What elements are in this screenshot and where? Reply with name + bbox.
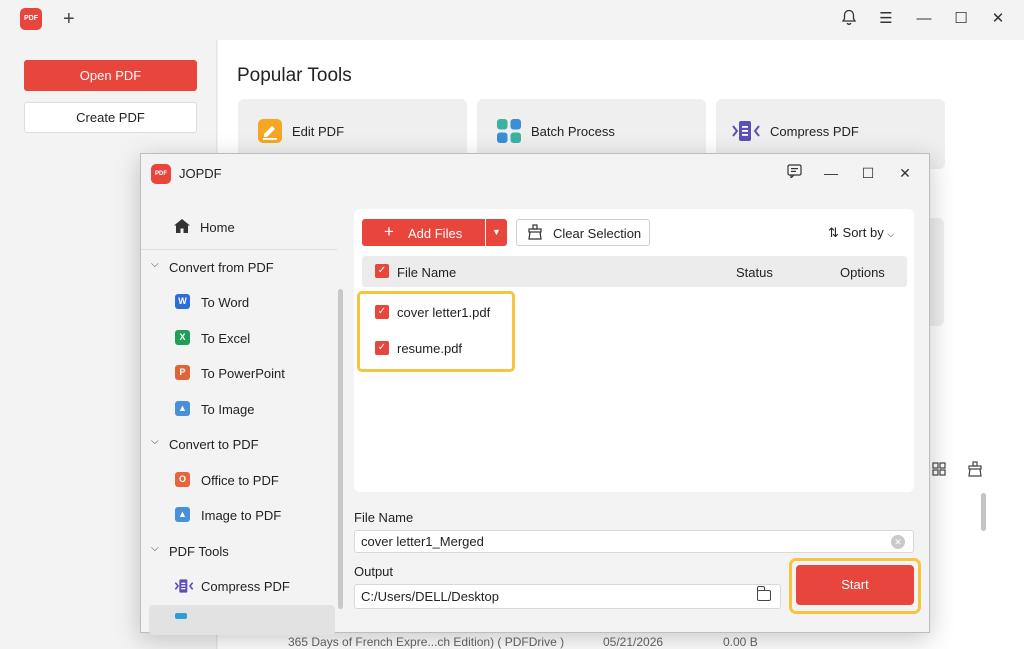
- file-name-input[interactable]: [354, 530, 914, 553]
- sidebar-item-office-to-pdf[interactable]: O Office to PDF: [141, 463, 337, 497]
- open-pdf-button[interactable]: Open PDF: [24, 60, 197, 91]
- tool-label: Compress PDF: [770, 124, 859, 139]
- select-all-checkbox[interactable]: ✓: [375, 264, 389, 278]
- file-row-name: 365 Days of French Expre...ch Edition) (…: [288, 635, 565, 649]
- add-files-dropdown-button[interactable]: ▼: [486, 219, 507, 246]
- dialog-maximize-button[interactable]: ☐: [858, 163, 878, 183]
- maximize-button[interactable]: ☐: [950, 9, 972, 29]
- chevron-down-icon: ⌵: [151, 259, 159, 270]
- chevron-down-icon: ▼: [492, 227, 501, 237]
- start-button[interactable]: Start: [796, 565, 914, 605]
- sidebar-item-compress-pdf[interactable]: Compress PDF: [141, 569, 337, 603]
- file-name-label: File Name: [354, 510, 414, 525]
- sidebar-scrollbar[interactable]: [338, 289, 343, 609]
- compress-icon: [732, 121, 760, 141]
- dialog-logo-icon: PDF: [151, 164, 171, 184]
- menu-icon[interactable]: ☰: [875, 9, 897, 29]
- main-scrollbar[interactable]: [981, 493, 986, 531]
- clean-list-icon[interactable]: [967, 461, 983, 481]
- clear-selection-label: Clear Selection: [553, 226, 642, 241]
- close-button[interactable]: ✕: [987, 9, 1009, 29]
- sidebar-item-label: To Image: [201, 402, 255, 417]
- file-table-header: ✓ File Name Status Options: [362, 256, 907, 287]
- folder-icon[interactable]: [756, 586, 771, 601]
- output-path-input[interactable]: [354, 584, 781, 609]
- image-icon: ▲: [175, 401, 190, 416]
- image-icon: ▲: [175, 507, 190, 522]
- sidebar-group-convert-from[interactable]: ⌵ Convert from PDF: [141, 250, 337, 284]
- dialog-sidebar: Home ⌵ Convert from PDF W To Word X To E…: [141, 194, 347, 632]
- sidebar-item-home[interactable]: Home: [141, 210, 337, 244]
- sidebar-item-label: Home: [200, 220, 235, 235]
- sidebar-item-label: To PowerPoint: [201, 366, 285, 381]
- dialog-minimize-button[interactable]: —: [821, 163, 841, 183]
- popular-tools-title: Popular Tools: [237, 65, 352, 86]
- sidebar-group-pdf-tools[interactable]: ⌵ PDF Tools: [141, 534, 337, 568]
- tool-label: Batch Process: [531, 124, 615, 139]
- sidebar-item-label: Image to PDF: [201, 508, 282, 523]
- sidebar-group-label: Convert from PDF: [169, 260, 274, 275]
- sidebar-item-label: To Word: [201, 295, 250, 310]
- sidebar-item-label: To Excel: [201, 331, 251, 346]
- merge-dialog: PDF JOPDF — ☐ ✕ Home ⌵ Convert from PDF …: [140, 153, 930, 635]
- column-header-file-name: File Name: [397, 265, 457, 280]
- tool-label: Edit PDF: [292, 124, 345, 139]
- selected-files-highlight: [357, 291, 515, 372]
- file-list-row[interactable]: 365 Days of French Expre...ch Edition) (…: [258, 632, 978, 649]
- sidebar-group-label: Convert to PDF: [169, 437, 259, 452]
- new-tab-button[interactable]: +: [63, 7, 75, 31]
- sidebar-item-merge-pdf-selected[interactable]: [149, 605, 335, 635]
- file-row-date: 05/21/2026: [603, 635, 664, 649]
- merge-icon: [175, 613, 187, 619]
- grid-view-icon[interactable]: [932, 462, 946, 480]
- chevron-down-icon: ⌵: [151, 436, 159, 447]
- tool-card-partial: [929, 218, 944, 326]
- app-titlebar: PDF + ☰ — ☐ ✕: [0, 0, 1024, 40]
- add-files-label: Add Files: [408, 226, 463, 241]
- sidebar-group-convert-to[interactable]: ⌵ Convert to PDF: [141, 427, 337, 461]
- feedback-icon[interactable]: [784, 163, 804, 183]
- sidebar-item-image-to-pdf[interactable]: ▲ Image to PDF: [141, 498, 337, 532]
- minimize-button[interactable]: —: [913, 9, 935, 29]
- dialog-title: JOPDF: [179, 166, 222, 181]
- dialog-titlebar: PDF JOPDF — ☐ ✕: [141, 154, 929, 194]
- plus-icon: +: [384, 222, 394, 241]
- notification-bell-icon[interactable]: [838, 9, 860, 31]
- file-row-size: 0.00 B: [723, 635, 758, 649]
- clear-selection-button[interactable]: Clear Selection: [516, 219, 650, 246]
- word-icon: W: [175, 294, 190, 309]
- sidebar-item-label: Office to PDF: [201, 473, 279, 488]
- edit-icon: [258, 119, 282, 143]
- sort-by-label: Sort by: [842, 225, 884, 240]
- sort-icon: ⇅: [828, 225, 839, 240]
- chevron-down-icon: ⌵: [151, 543, 159, 554]
- sidebar-item-to-powerpoint[interactable]: P To PowerPoint: [141, 356, 337, 390]
- home-icon: [174, 219, 190, 233]
- batch-icon: [497, 119, 521, 143]
- column-header-status: Status: [736, 265, 773, 280]
- office-icon: O: [175, 472, 190, 487]
- sort-by-dropdown[interactable]: ⇅ Sort by ⌵: [828, 225, 894, 241]
- excel-icon: X: [175, 330, 190, 345]
- powerpoint-icon: P: [175, 365, 190, 380]
- sidebar-item-to-excel[interactable]: X To Excel: [141, 321, 337, 355]
- sidebar-item-label: Compress PDF: [201, 579, 290, 594]
- compress-icon: [174, 579, 194, 593]
- sidebar-item-to-image[interactable]: ▲ To Image: [141, 392, 337, 426]
- output-label: Output: [354, 564, 394, 579]
- clear-input-icon[interactable]: ✕: [891, 535, 905, 549]
- add-files-button[interactable]: + Add Files: [362, 219, 485, 246]
- sidebar-group-label: PDF Tools: [169, 544, 229, 559]
- sidebar-item-to-word[interactable]: W To Word: [141, 285, 337, 319]
- dialog-close-button[interactable]: ✕: [895, 163, 915, 183]
- chevron-down-icon: ⌵: [887, 229, 895, 239]
- create-pdf-button[interactable]: Create PDF: [24, 102, 197, 133]
- app-logo-icon: PDF: [20, 8, 42, 30]
- column-header-options: Options: [840, 265, 885, 280]
- clean-icon: [527, 224, 543, 243]
